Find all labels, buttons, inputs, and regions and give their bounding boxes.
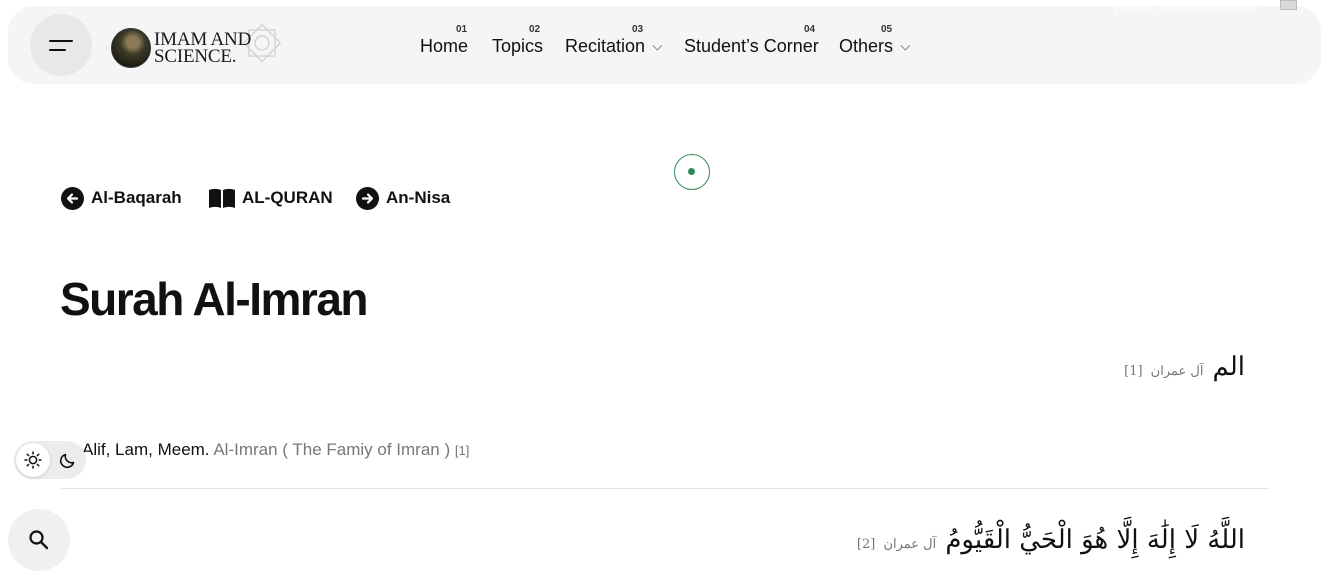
menu-button[interactable] — [30, 14, 92, 76]
nav-item-topics[interactable]: Topics — [492, 36, 543, 57]
ayah-reference: آل عمران — [883, 537, 937, 552]
ayah-arabic-text: الم — [1212, 352, 1245, 382]
nav-number-home: 01 — [456, 24, 468, 35]
moon-icon[interactable] — [59, 451, 77, 469]
loader-indicator — [674, 154, 710, 190]
prev-surah-link[interactable]: Al-Baqarah — [61, 185, 182, 211]
arrow-right-circle-icon — [356, 186, 379, 210]
nav-number-others: 05 — [881, 24, 893, 35]
quran-index-link[interactable]: AL-QURAN — [208, 185, 333, 211]
ayah-reference: آل عمران — [1150, 364, 1204, 379]
ayah-divider — [61, 488, 1269, 489]
prev-surah-label: Al-Baqarah — [91, 188, 182, 207]
nav-item-recitation[interactable]: Recitation — [565, 36, 663, 57]
sun-icon — [24, 451, 42, 469]
quran-index-label: AL-QURAN — [242, 188, 333, 207]
search-button[interactable] — [8, 509, 70, 571]
next-surah-label: An-Nisa — [386, 188, 451, 207]
site-logo[interactable]: IMAM AND SCIENCE. — [111, 19, 291, 71]
loader-dot-icon — [688, 168, 695, 175]
ayah-number: [1] — [1124, 364, 1143, 379]
ayah-arabic-text: اللَّهُ لَا إِلَٰهَ إِلَّا هُوَ الْحَيُّ… — [945, 525, 1245, 555]
nav-label-others: Others — [839, 36, 894, 56]
avatar[interactable] — [1280, 0, 1297, 10]
theme-toggle[interactable] — [14, 441, 86, 479]
ayah-arabic-2: اللَّهُ لَا إِلَٰهَ إِلَّا هُوَ الْحَيُّ… — [857, 525, 1245, 555]
translation-text: Alif, Lam, Meem. — [82, 440, 210, 459]
nav-number-students-corner: 04 — [804, 24, 816, 35]
translation-number: [1] — [454, 443, 470, 458]
ayah-translation-1: Alif, Lam, Meem. Al-Imran ( The Famiy of… — [82, 440, 469, 460]
arrow-left-circle-icon — [61, 186, 84, 210]
page-title: Surah Al-Imran — [60, 273, 369, 325]
menu-icon-bar — [49, 49, 66, 51]
logo-image — [111, 28, 151, 68]
logo-line-2: SCIENCE. — [154, 46, 237, 67]
nav-item-others[interactable]: Others — [839, 36, 911, 57]
nav-item-home[interactable]: Home — [420, 36, 468, 57]
ayah-arabic-1: الم آل عمران [1] — [1124, 352, 1245, 382]
nav-number-recitation: 03 — [632, 24, 644, 35]
ayah-number: [2] — [856, 537, 876, 552]
menu-icon — [49, 40, 73, 42]
user-greeting[interactable]: Howdy, imamandscience — [1114, 0, 1258, 15]
light-mode-button[interactable] — [16, 443, 50, 477]
nav-number-topics: 02 — [529, 24, 541, 35]
nav-label-recitation: Recitation — [565, 36, 646, 56]
nav-item-students-corner[interactable]: Student’s Corner — [684, 36, 819, 57]
translation-source: Al-Imran ( The Famiy of Imran ) — [213, 440, 451, 459]
chevron-down-icon — [900, 40, 911, 51]
book-open-icon — [209, 188, 235, 208]
search-icon — [29, 530, 49, 550]
next-surah-link[interactable]: An-Nisa — [356, 185, 450, 211]
site-header: IMAM AND SCIENCE. 01 Home 02 Topics 03 R… — [8, 6, 1321, 84]
logo-text: IMAM AND SCIENCE. — [154, 30, 251, 67]
chevron-down-icon — [652, 40, 663, 51]
